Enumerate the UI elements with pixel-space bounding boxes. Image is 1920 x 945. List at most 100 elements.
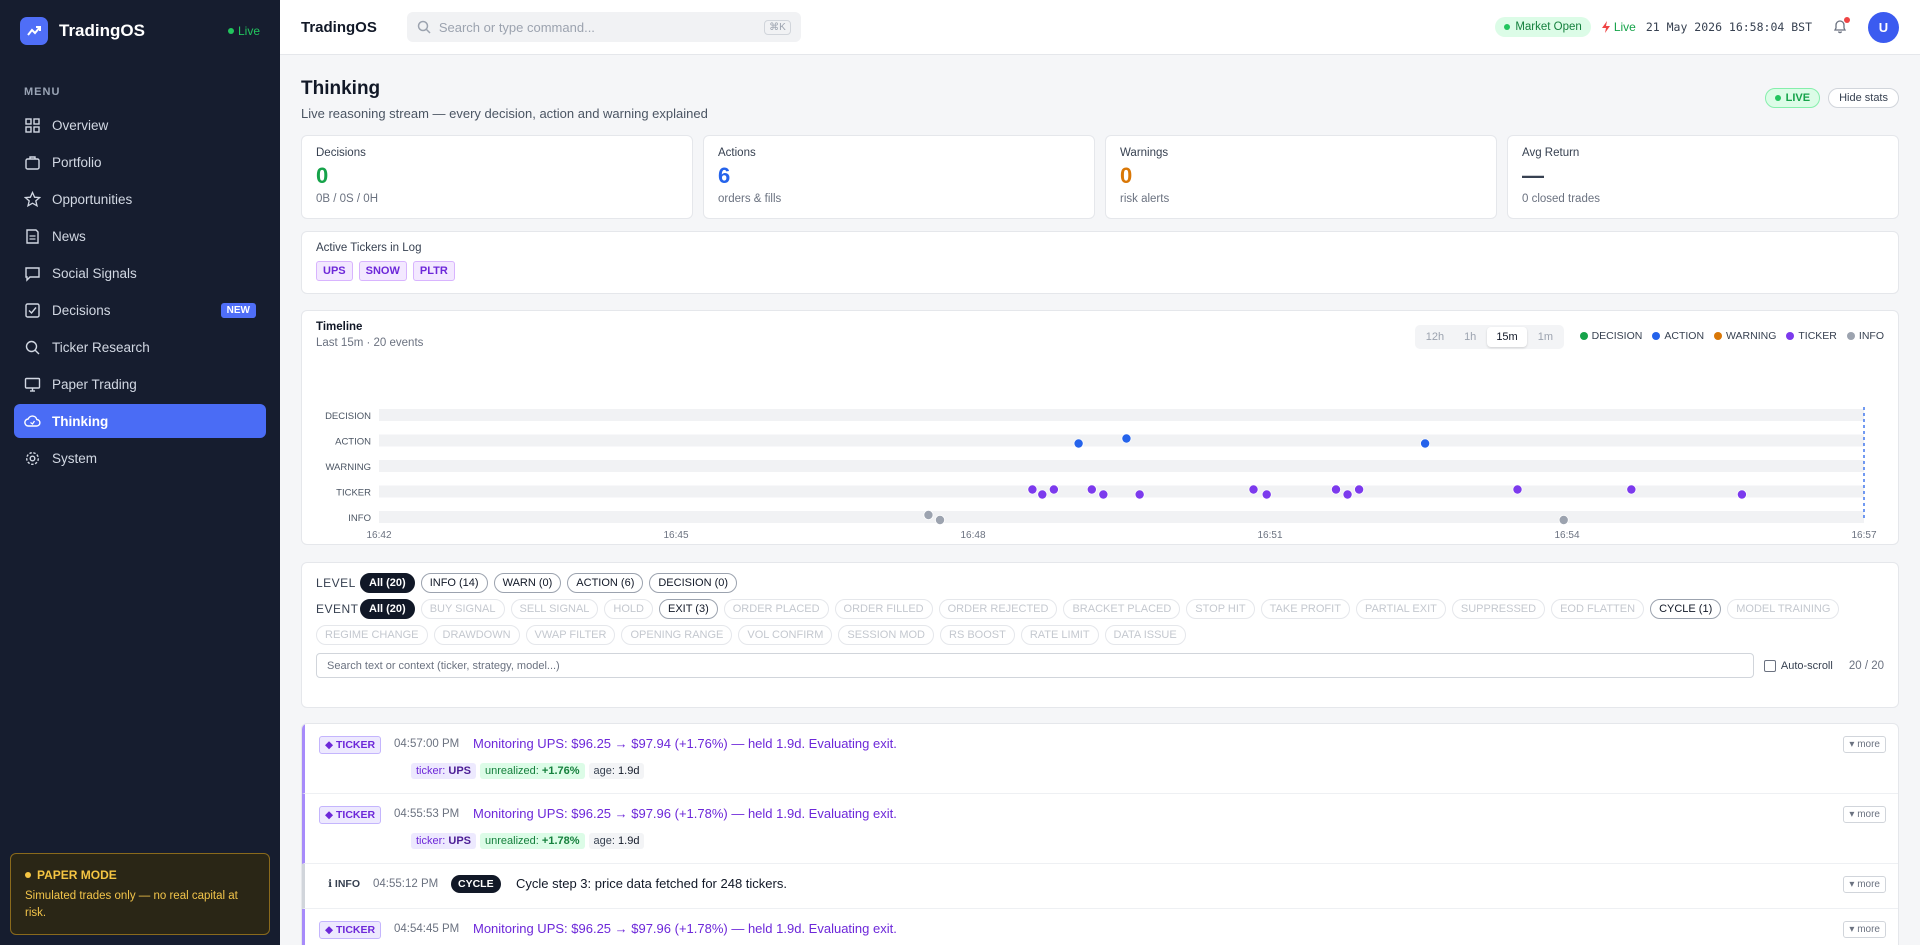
level-chip-info-14[interactable]: INFO (14) bbox=[420, 573, 488, 593]
ticker-chip-pltr[interactable]: PLTR bbox=[412, 261, 455, 281]
legend-dot-icon bbox=[1786, 332, 1795, 340]
event-chip-eod-flatten[interactable]: EOD FLATTEN bbox=[1551, 599, 1645, 619]
lane-label: WARNING bbox=[325, 462, 371, 473]
log-time: 04:55:53 PM bbox=[394, 808, 460, 820]
sidebar-nav: Overview Portfolio Opportunities News Social… bbox=[14, 108, 266, 478]
stat-label: Warnings bbox=[1120, 147, 1169, 159]
sidebar-item-overview[interactable]: Overview bbox=[14, 108, 266, 142]
sidebar-item-ticker-research[interactable]: Ticker Research bbox=[14, 330, 266, 364]
log-level-text: TICKER bbox=[336, 739, 376, 751]
event-chip-vol-confirm[interactable]: VOL CONFIRM bbox=[738, 625, 833, 645]
shortcut-hint: ⌘K bbox=[764, 19, 791, 35]
log-tags: ticker: UPS unrealized: +1.76% age: 1.9d bbox=[411, 763, 645, 779]
sidebar-item-paper-trading[interactable]: Paper Trading bbox=[14, 367, 266, 401]
range-12h[interactable]: 12h bbox=[1417, 327, 1453, 347]
unrealized-tag: unrealized: +1.78% bbox=[480, 833, 585, 849]
lane-band bbox=[379, 485, 1864, 498]
event-chip-cycle-1[interactable]: CYCLE (1) bbox=[1650, 599, 1722, 619]
event-point-ticker bbox=[1248, 484, 1259, 495]
stat-sub: 0 closed trades bbox=[1522, 193, 1600, 205]
ticker-chip-snow[interactable]: SNOW bbox=[358, 261, 407, 281]
event-point-info bbox=[923, 509, 934, 520]
ticker-chip-ups[interactable]: UPS bbox=[316, 261, 353, 281]
event-chip-partial-exit[interactable]: PARTIAL EXIT bbox=[1355, 599, 1446, 619]
event-chip-sell-signal[interactable]: SELL SIGNAL bbox=[510, 599, 599, 619]
log-row: ◆ TICKER 04:54:45 PM Monitoring UPS: $96.2… bbox=[302, 909, 1898, 945]
event-chip-suppressed[interactable]: SUPPRESSED bbox=[1451, 599, 1546, 619]
log-level-badge: ◆ TICKER bbox=[319, 806, 382, 824]
lane-band bbox=[379, 434, 1864, 447]
event-chip-opening-range[interactable]: OPENING RANGE bbox=[621, 625, 733, 645]
event-chip-exit-3[interactable]: EXIT (3) bbox=[658, 599, 718, 619]
result-count: 20 / 20 bbox=[1848, 659, 1884, 672]
event-chip-regime-change[interactable]: REGIME CHANGE bbox=[316, 625, 428, 645]
level-chip-action-6[interactable]: ACTION (6) bbox=[567, 573, 644, 593]
more-button[interactable]: ▾ more bbox=[1843, 736, 1886, 753]
range-15m[interactable]: 15m bbox=[1487, 327, 1527, 347]
hide-stats-button[interactable]: Hide stats bbox=[1828, 88, 1899, 108]
event-chip-order-placed[interactable]: ORDER PLACED bbox=[723, 599, 829, 619]
level-chip-decision-0[interactable]: DECISION (0) bbox=[649, 573, 738, 593]
event-chip-stop-hit[interactable]: STOP HIT bbox=[1186, 599, 1255, 619]
lane-label: INFO bbox=[348, 513, 371, 524]
event-point-ticker bbox=[1037, 489, 1048, 500]
brand[interactable]: TradingOS Live bbox=[0, 0, 280, 62]
sidebar-item-decisions[interactable]: Decisions NEW bbox=[14, 293, 266, 327]
sidebar-item-thinking[interactable]: Thinking bbox=[14, 404, 266, 438]
notifications-button[interactable] bbox=[1832, 16, 1850, 37]
log-search-input[interactable]: Search text or context (ticker, strategy… bbox=[316, 653, 1754, 678]
legend-dot-icon bbox=[1714, 332, 1723, 340]
more-button[interactable]: ▾ more bbox=[1843, 876, 1886, 893]
search-input[interactable]: Search or type command... bbox=[439, 20, 595, 35]
command-search[interactable]: Search or type command... ⌘K bbox=[406, 12, 801, 42]
sidebar-item-label: Thinking bbox=[52, 413, 109, 429]
stat-card-decisions: Decisions 0 0B / 0S / 0H bbox=[301, 135, 693, 219]
log-level-text: TICKER bbox=[336, 809, 376, 821]
live-dot-icon bbox=[227, 28, 234, 34]
event-chip-rs-boost[interactable]: RS BOOST bbox=[940, 625, 1015, 645]
ticker-tag: ticker: UPS bbox=[411, 833, 477, 849]
page-title: Thinking bbox=[301, 78, 381, 99]
range-1m[interactable]: 1m bbox=[1529, 327, 1562, 347]
event-chip-drawdown[interactable]: DRAWDOWN bbox=[433, 625, 520, 645]
autoscroll-toggle[interactable]: Auto-scroll bbox=[1763, 659, 1833, 672]
checkbox-icon[interactable] bbox=[1763, 659, 1776, 672]
sidebar-item-social-signals[interactable]: Social Signals bbox=[14, 256, 266, 290]
tag-value: UPS bbox=[448, 765, 472, 777]
event-chip-rate-limit[interactable]: RATE LIMIT bbox=[1020, 625, 1099, 645]
legend-ticker: TICKER bbox=[1786, 330, 1837, 342]
event-chip-order-rejected[interactable]: ORDER REJECTED bbox=[938, 599, 1058, 619]
sidebar-item-label: Overview bbox=[52, 117, 109, 133]
sidebar-item-news[interactable]: News bbox=[14, 219, 266, 253]
range-1h[interactable]: 1h bbox=[1455, 327, 1485, 347]
event-chip-hold[interactable]: HOLD bbox=[604, 599, 653, 619]
legend-label: INFO bbox=[1858, 330, 1884, 342]
more-button[interactable]: ▾ more bbox=[1843, 921, 1886, 938]
avatar[interactable]: U bbox=[1868, 11, 1899, 43]
event-chip-model-training[interactable]: MODEL TRAINING bbox=[1727, 599, 1840, 619]
event-chip-session-mod[interactable]: SESSION MOD bbox=[838, 625, 934, 645]
bolt-icon bbox=[1601, 21, 1610, 33]
event-chip-all-20[interactable]: All (20) bbox=[360, 599, 415, 619]
stat-label: Decisions bbox=[316, 147, 366, 159]
event-chip-order-filled[interactable]: ORDER FILLED bbox=[834, 599, 933, 619]
level-chip-warn-0[interactable]: WARN (0) bbox=[493, 573, 562, 593]
live-indicator: Live bbox=[227, 24, 260, 38]
level-label: LEVEL bbox=[316, 576, 356, 590]
event-chip-bracket-placed[interactable]: BRACKET PLACED bbox=[1063, 599, 1181, 619]
log-level-text: INFO bbox=[334, 878, 360, 890]
more-button[interactable]: ▾ more bbox=[1843, 806, 1886, 823]
header-actions: LIVE Hide stats bbox=[1764, 88, 1899, 108]
main-content: Thinking Live reasoning stream — every d… bbox=[301, 78, 1899, 945]
log-level-badge: ℹ INFO bbox=[328, 878, 360, 890]
level-chip-all-20[interactable]: All (20) bbox=[360, 573, 415, 593]
sidebar-item-portfolio[interactable]: Portfolio bbox=[14, 145, 266, 179]
event-point-ticker bbox=[1098, 489, 1109, 500]
sidebar-item-opportunities[interactable]: Opportunities bbox=[14, 182, 266, 216]
event-chip-data-issue[interactable]: DATA ISSUE bbox=[1104, 625, 1186, 645]
sidebar-item-system[interactable]: System bbox=[14, 441, 266, 475]
event-chip-take-profit[interactable]: TAKE PROFIT bbox=[1260, 599, 1350, 619]
event-chip-vwap-filter[interactable]: VWAP FILTER bbox=[525, 625, 616, 645]
event-chip-buy-signal[interactable]: BUY SIGNAL bbox=[420, 599, 505, 619]
market-dot-icon bbox=[1504, 24, 1511, 30]
